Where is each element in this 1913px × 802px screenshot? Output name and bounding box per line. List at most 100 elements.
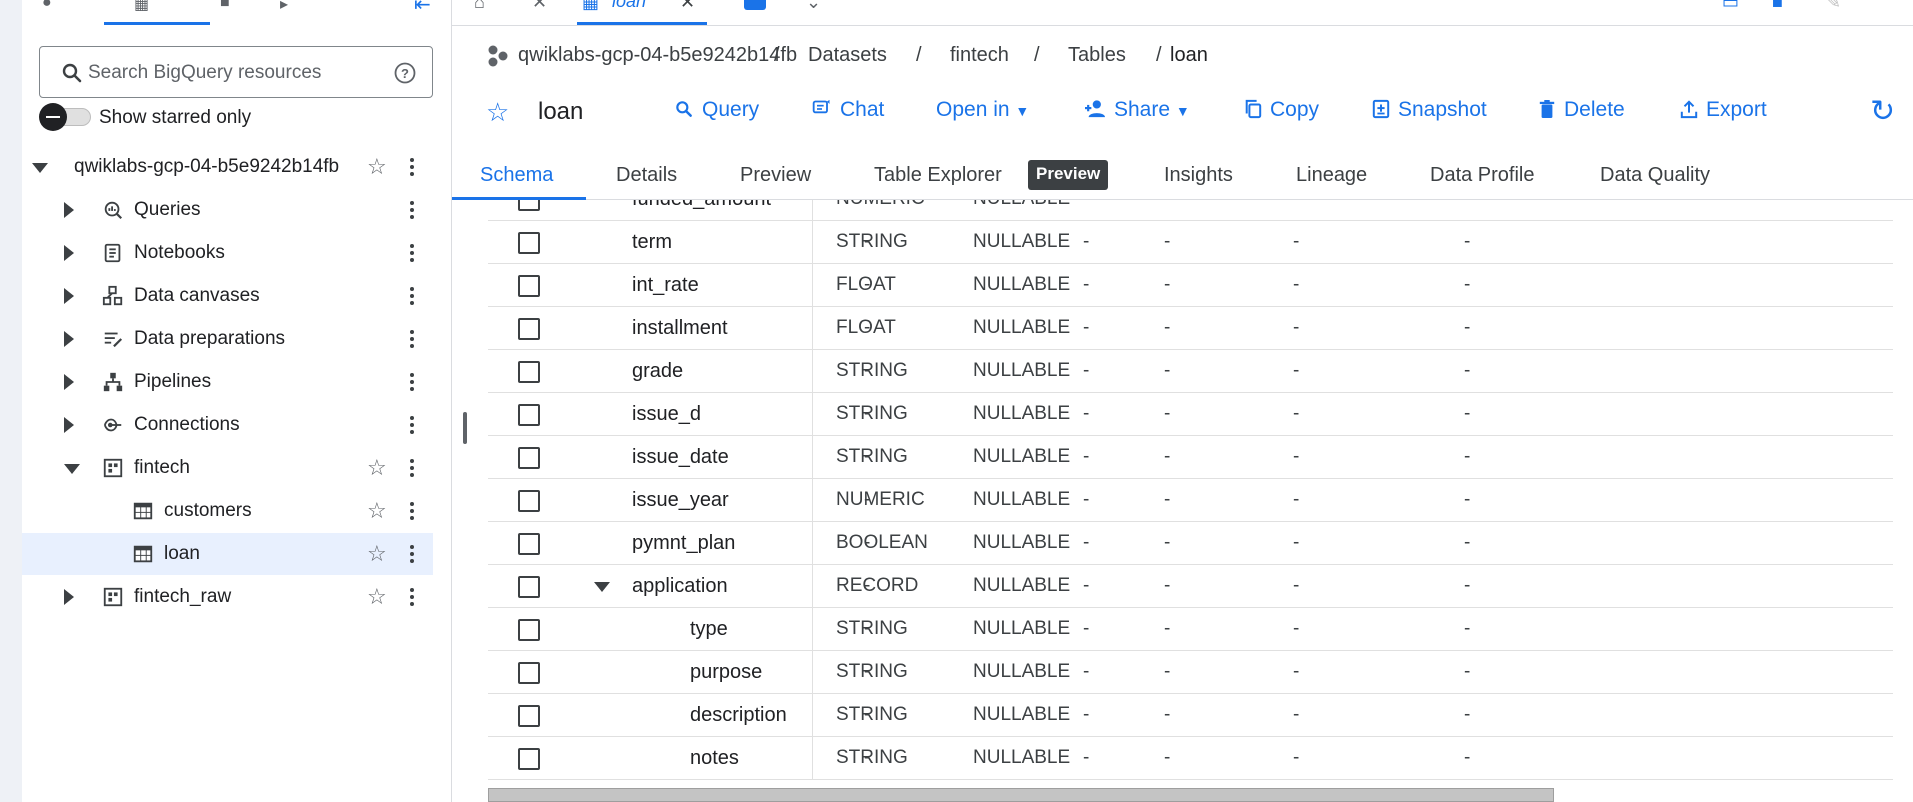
export-button[interactable]: Export xyxy=(1680,98,1767,122)
row-checkbox[interactable] xyxy=(518,576,540,598)
row-checkbox[interactable] xyxy=(518,490,540,512)
caret-right-icon[interactable] xyxy=(64,245,74,261)
star-icon[interactable]: ☆ xyxy=(367,541,387,567)
caret-right-icon[interactable] xyxy=(64,589,74,605)
close-tab-icon[interactable]: ✕ xyxy=(532,0,547,13)
more-vert-icon[interactable] xyxy=(409,500,415,522)
tree-item-fintech[interactable]: fintech ☆ xyxy=(22,447,452,489)
tree-item-pipelines[interactable]: Pipelines xyxy=(22,361,452,403)
toggle-knob[interactable] xyxy=(39,103,67,131)
tab-insights[interactable]: Insights xyxy=(1164,164,1233,187)
help-icon[interactable]: ? xyxy=(393,61,417,85)
copy-label: Copy xyxy=(1270,98,1320,121)
caret-right-icon[interactable] xyxy=(64,331,74,347)
tree-item-notebooks[interactable]: Notebooks xyxy=(22,232,452,274)
more-vert-icon[interactable] xyxy=(409,328,415,350)
tree-item-qwiklabs-gcp-04-b5e9242b14fb[interactable]: qwiklabs-gcp-04-b5e9242b14fb ☆ xyxy=(22,146,452,188)
more-vert-icon[interactable] xyxy=(409,285,415,307)
tab-details[interactable]: Details xyxy=(616,164,677,187)
show-starred-toggle[interactable]: Show starred only xyxy=(39,102,339,134)
tab-preview[interactable]: Preview xyxy=(740,164,811,187)
tree-item-data-canvases[interactable]: Data canvases xyxy=(22,275,452,317)
more-vert-icon[interactable] xyxy=(409,199,415,221)
tab-data-profile[interactable]: Data Profile xyxy=(1430,164,1535,187)
field-mode: NULLABLE xyxy=(973,489,1071,510)
row-checkbox[interactable] xyxy=(518,404,540,426)
tree-item-data-preparations[interactable]: Data preparations xyxy=(22,318,452,360)
tree-item-loan[interactable]: loan ☆ xyxy=(22,533,433,575)
more-vert-icon[interactable] xyxy=(409,414,415,436)
row-checkbox[interactable] xyxy=(518,361,540,383)
delete-button[interactable]: Delete xyxy=(1538,98,1625,122)
save-icon[interactable]: ■ xyxy=(1772,0,1783,13)
tab-table-explorer[interactable]: Table Explorer xyxy=(874,164,1002,187)
star-icon[interactable]: ☆ xyxy=(367,498,387,524)
snapshot-button[interactable]: Snapshot xyxy=(1372,98,1487,122)
empty-cell: - xyxy=(1293,575,1300,596)
caret-right-icon[interactable] xyxy=(64,417,74,433)
tree-item-fintech-raw[interactable]: fintech_raw ☆ xyxy=(22,576,452,618)
tree-item-customers[interactable]: customers ☆ xyxy=(22,490,452,532)
breadcrumb-dataset[interactable]: fintech xyxy=(950,44,1009,67)
explorer-icon[interactable]: ▦ xyxy=(134,0,154,13)
caret-right-icon[interactable] xyxy=(64,288,74,304)
star-icon[interactable]: ☆ xyxy=(367,584,387,610)
star-icon[interactable]: ☆ xyxy=(367,455,387,481)
query-button[interactable]: Query xyxy=(674,98,759,122)
chevron-down-icon[interactable] xyxy=(594,582,610,592)
compass-icon[interactable]: ● xyxy=(42,0,62,11)
more-tabs-icon[interactable]: ⌄ xyxy=(806,0,821,13)
more-vert-icon[interactable] xyxy=(409,371,415,393)
pipeline-tab-icon[interactable]: ▸ xyxy=(280,0,300,13)
more-vert-icon[interactable] xyxy=(409,457,415,479)
close-active-tab-icon[interactable]: ✕ xyxy=(680,0,695,13)
edit-icon[interactable]: ✎ xyxy=(1826,0,1841,13)
breadcrumb-tables[interactable]: Tables xyxy=(1068,44,1126,67)
star-icon[interactable]: ☆ xyxy=(367,154,387,180)
row-checkbox[interactable] xyxy=(518,232,540,254)
chat-button[interactable]: Chat xyxy=(812,98,884,122)
collapse-panel-icon[interactable]: ⇤ xyxy=(414,0,431,17)
star-icon[interactable]: ☆ xyxy=(486,97,509,128)
tree-item-connections[interactable]: Connections xyxy=(22,404,452,446)
column-divider xyxy=(812,307,813,350)
row-checkbox[interactable] xyxy=(518,619,540,641)
copy-icon xyxy=(1245,99,1262,119)
row-checkbox[interactable] xyxy=(518,662,540,684)
caret-right-icon[interactable] xyxy=(64,374,74,390)
more-vert-icon[interactable] xyxy=(409,242,415,264)
caret-right-icon[interactable] xyxy=(64,202,74,218)
more-vert-icon[interactable] xyxy=(409,543,415,565)
more-vert-icon[interactable] xyxy=(409,586,415,608)
add-tab-button[interactable] xyxy=(744,0,766,10)
tab-data-quality[interactable]: Data Quality xyxy=(1600,164,1710,187)
row-checkbox[interactable] xyxy=(518,275,540,297)
folder-icon[interactable]: ■ xyxy=(220,0,240,11)
copy-button[interactable]: Copy xyxy=(1244,98,1319,122)
open-in-button[interactable]: Open in ▼ xyxy=(936,98,1029,122)
caret-down-icon[interactable] xyxy=(32,163,48,173)
horizontal-scrollbar[interactable] xyxy=(488,788,1554,802)
breadcrumb-project[interactable]: qwiklabs-gcp-04-b5e9242b14fb xyxy=(518,44,797,67)
notifications-icon[interactable]: ▭ xyxy=(1722,0,1739,13)
tab-lineage[interactable]: Lineage xyxy=(1296,164,1367,187)
more-vert-icon[interactable] xyxy=(409,156,415,178)
empty-cell: - xyxy=(1083,489,1090,510)
row-checkbox[interactable] xyxy=(518,748,540,770)
search-input[interactable] xyxy=(88,59,378,87)
row-checkbox[interactable] xyxy=(518,318,540,340)
refresh-icon[interactable]: ↻ xyxy=(1870,94,1895,129)
caret-down-icon[interactable] xyxy=(64,464,80,474)
row-checkbox[interactable] xyxy=(518,200,540,211)
row-checkbox[interactable] xyxy=(518,447,540,469)
tab-schema[interactable]: Schema xyxy=(480,164,553,187)
empty-cell: - xyxy=(1083,446,1090,467)
breadcrumb-datasets[interactable]: Datasets xyxy=(808,44,887,67)
row-checkbox[interactable] xyxy=(518,533,540,555)
home-tab-icon[interactable]: ⌂ xyxy=(474,0,485,13)
search-resources[interactable]: ? xyxy=(39,46,433,98)
tree-item-queries[interactable]: Queries xyxy=(22,189,452,231)
share-button[interactable]: Share ▼ xyxy=(1084,98,1190,122)
row-checkbox[interactable] xyxy=(518,705,540,727)
active-tab-title[interactable]: loan xyxy=(612,0,646,12)
